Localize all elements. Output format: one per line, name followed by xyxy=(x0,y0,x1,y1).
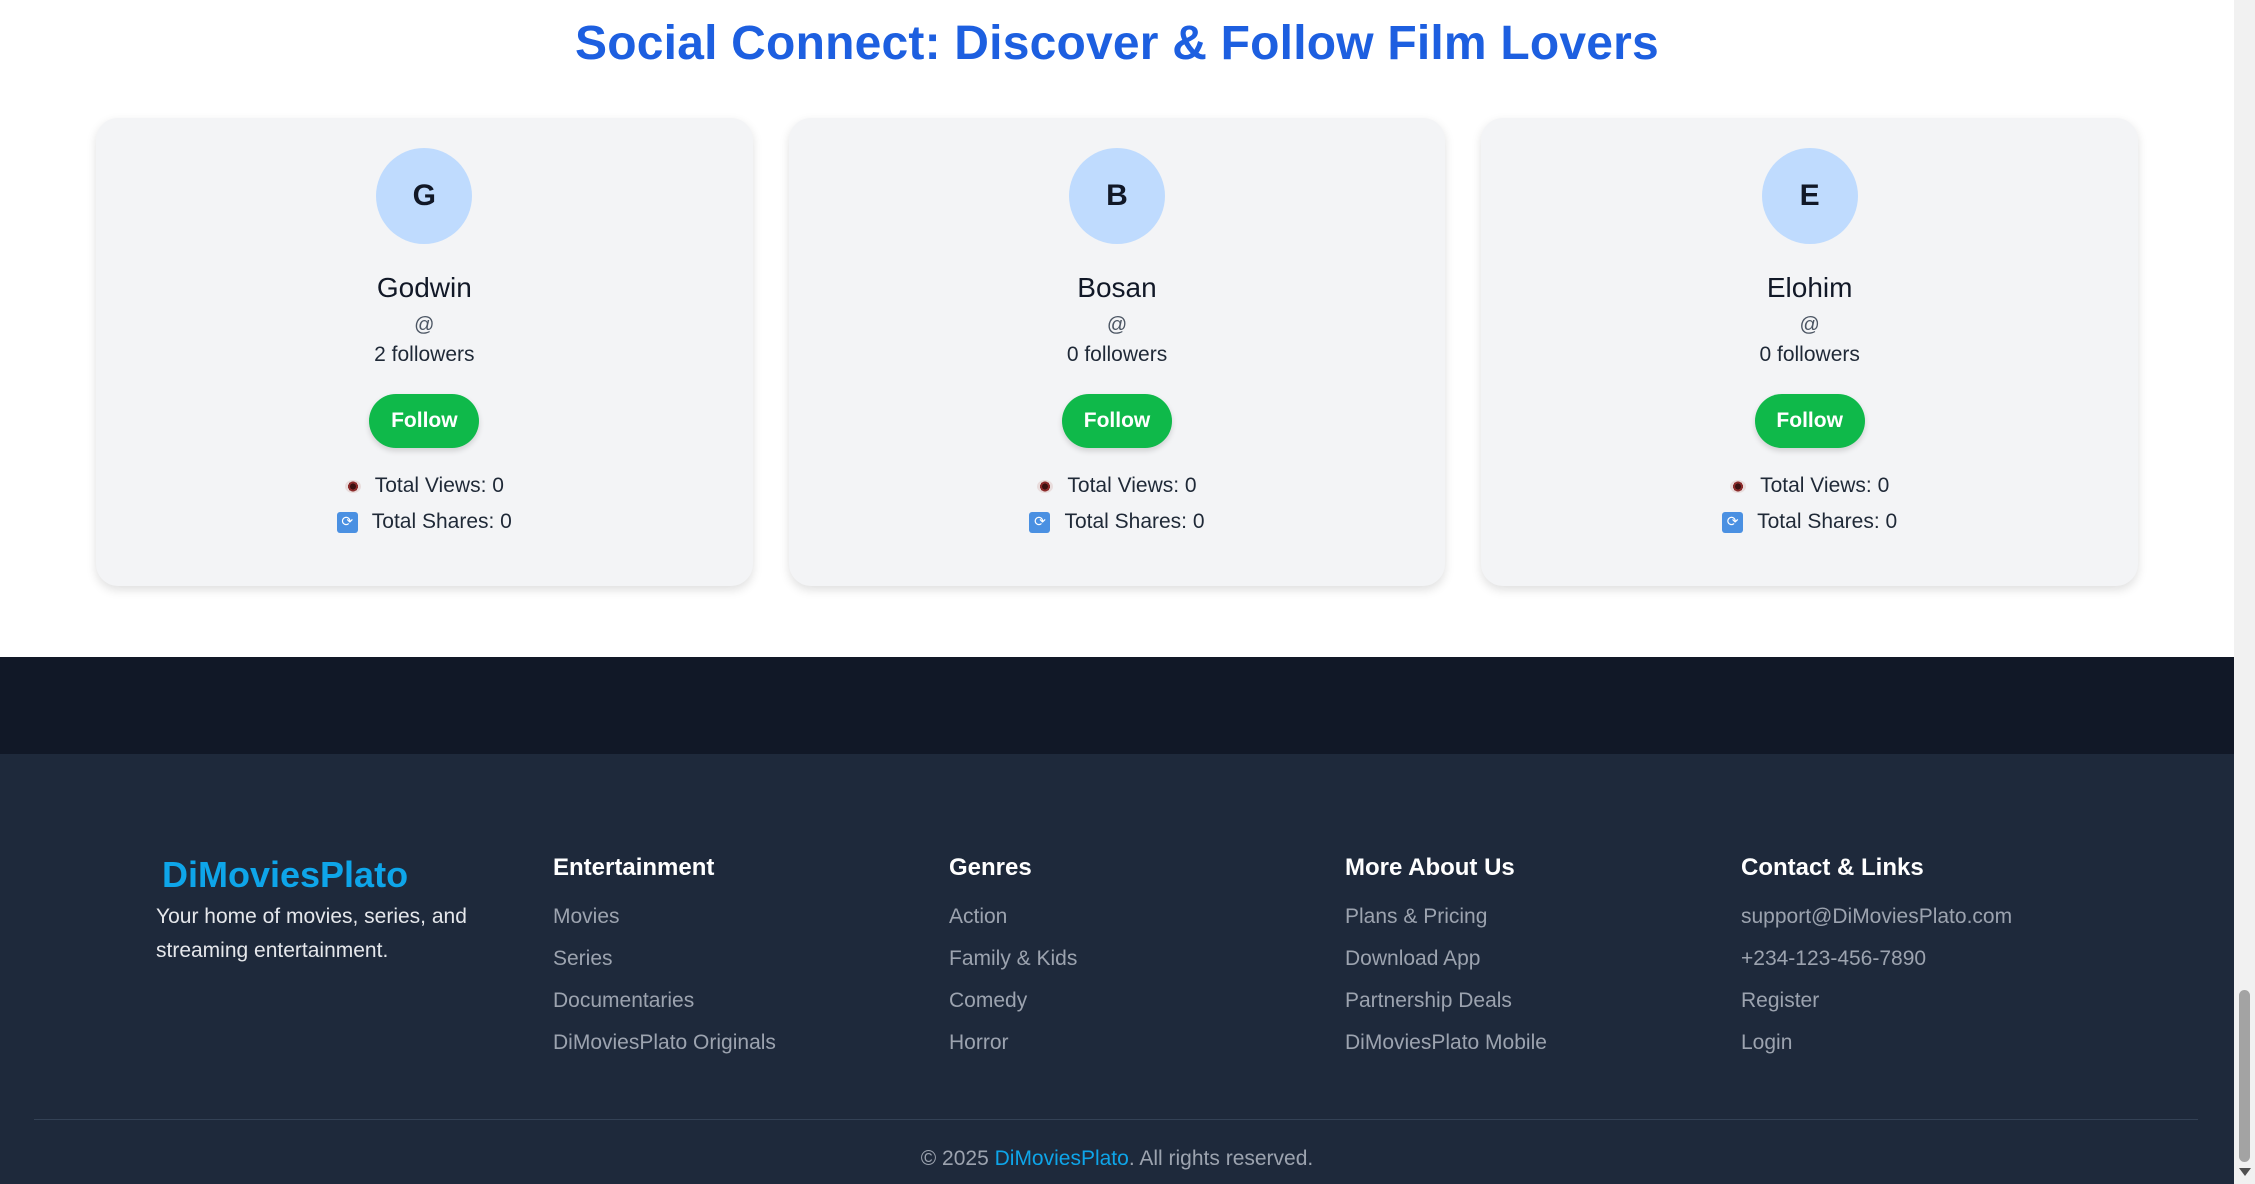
user-handle: @ xyxy=(1799,314,1820,336)
footer-link-email[interactable]: support@DiMoviesPlato.com xyxy=(1741,904,2012,946)
footer-link[interactable]: Family & Kids xyxy=(949,946,1077,988)
user-card: E Elohim @ 0 followers Follow Total View… xyxy=(1481,118,2139,586)
total-views: Total Views: 0 xyxy=(1730,474,1889,498)
user-card: G Godwin @ 2 followers Follow Total View… xyxy=(96,118,753,586)
share-icon: ⟳ xyxy=(336,511,358,533)
scroll-down-arrow-icon[interactable] xyxy=(2239,1168,2251,1176)
footer-tagline: Your home of movies, series, and streami… xyxy=(156,905,467,962)
follower-count: 2 followers xyxy=(374,343,475,366)
follow-button[interactable]: Follow xyxy=(1754,394,1865,448)
scrollbar-thumb[interactable] xyxy=(2239,990,2250,1162)
footer-column-heading: More About Us xyxy=(1345,854,1515,881)
footer-link[interactable]: Action xyxy=(949,904,1077,946)
user-cards: G Godwin @ 2 followers Follow Total View… xyxy=(96,118,2139,586)
footer-link-login[interactable]: Login xyxy=(1741,1030,2012,1072)
avatar: G xyxy=(376,148,473,244)
footer-link[interactable]: Partnership Deals xyxy=(1345,988,1547,1030)
eye-icon xyxy=(1037,479,1054,493)
footer-link-phone[interactable]: +234-123-456-7890 xyxy=(1741,946,2012,988)
footer-link[interactable]: Horror xyxy=(949,1030,1077,1072)
copyright-prefix: © 2025 xyxy=(920,1147,995,1170)
total-views-label: Total Views: 0 xyxy=(374,474,504,497)
footer-column-genres: Genres Action Family & Kids Comedy Horro… xyxy=(949,854,1077,1072)
follow-button[interactable]: Follow xyxy=(369,394,480,448)
footer-link[interactable]: Movies xyxy=(553,904,776,946)
footer-link[interactable]: Download App xyxy=(1345,946,1547,988)
section-title: Social Connect: Discover & Follow Film L… xyxy=(575,17,1659,70)
total-shares: ⟳ Total Shares: 0 xyxy=(1722,510,1897,534)
footer-column-contact: Contact & Links support@DiMoviesPlato.co… xyxy=(1741,854,2012,1072)
footer-divider xyxy=(34,1119,2198,1120)
footer-link[interactable]: Plans & Pricing xyxy=(1345,904,1547,946)
copyright-brand-link[interactable]: DiMoviesPlato xyxy=(995,1147,1129,1170)
share-icon: ⟳ xyxy=(1722,511,1744,533)
total-shares-label: Total Shares: 0 xyxy=(371,510,512,533)
footer-brand[interactable]: DiMoviesPlato xyxy=(162,854,408,896)
total-views-label: Total Views: 0 xyxy=(1067,474,1197,497)
user-stats: Total Views: 0 ⟳ Total Shares: 0 xyxy=(789,474,1446,534)
total-shares-label: Total Shares: 0 xyxy=(1757,510,1898,533)
footer-link[interactable]: DiMoviesPlato Originals xyxy=(553,1030,776,1072)
total-views: Total Views: 0 xyxy=(1037,474,1197,498)
total-shares: ⟳ Total Shares: 0 xyxy=(336,510,512,534)
user-name: Godwin xyxy=(376,272,472,303)
eye-icon xyxy=(344,479,361,493)
avatar: B xyxy=(1069,148,1165,244)
eye-icon xyxy=(1730,479,1747,493)
total-views: Total Views: 0 xyxy=(344,474,504,498)
footer-link-register[interactable]: Register xyxy=(1741,988,2012,1030)
follower-count: 0 followers xyxy=(1759,343,1860,366)
footer-link[interactable]: Comedy xyxy=(949,988,1077,1030)
page: Social Connect: Discover & Follow Film L… xyxy=(0,0,2234,1184)
total-views-label: Total Views: 0 xyxy=(1760,474,1890,497)
follow-button[interactable]: Follow xyxy=(1062,394,1172,448)
footer-link[interactable]: Documentaries xyxy=(553,988,776,1030)
site-footer: DiMoviesPlato Your home of movies, serie… xyxy=(0,754,2234,1184)
follower-count: 0 followers xyxy=(1066,343,1168,366)
user-handle: @ xyxy=(1106,314,1128,336)
footer-top-band xyxy=(0,657,2234,754)
social-connect-section: Social Connect: Discover & Follow Film L… xyxy=(0,0,2234,657)
vertical-scrollbar[interactable] xyxy=(2234,0,2255,1184)
avatar: E xyxy=(1761,148,1858,244)
copyright: © 2025 DiMoviesPlato. All rights reserve… xyxy=(0,1147,2234,1171)
total-shares-label: Total Shares: 0 xyxy=(1064,510,1205,533)
footer-column-heading: Contact & Links xyxy=(1741,854,1924,881)
footer-column-entertainment: Entertainment Movies Series Documentarie… xyxy=(553,854,776,1072)
footer-column-heading: Entertainment xyxy=(553,854,715,881)
footer-link[interactable]: Series xyxy=(553,946,776,988)
user-name: Bosan xyxy=(1077,272,1157,303)
footer-column-about: More About Us Plans & Pricing Download A… xyxy=(1345,854,1547,1072)
share-icon: ⟳ xyxy=(1029,511,1051,533)
total-shares: ⟳ Total Shares: 0 xyxy=(1029,510,1205,534)
footer-link[interactable]: DiMoviesPlato Mobile xyxy=(1345,1030,1547,1072)
user-stats: Total Views: 0 ⟳ Total Shares: 0 xyxy=(96,474,753,534)
copyright-suffix: . All rights reserved. xyxy=(1128,1147,1314,1170)
user-card: B Bosan @ 0 followers Follow Total Views… xyxy=(788,118,1446,586)
footer-column-heading: Genres xyxy=(949,854,1032,881)
user-name: Elohim xyxy=(1766,272,1853,303)
user-handle: @ xyxy=(414,314,435,336)
user-stats: Total Views: 0 ⟳ Total Shares: 0 xyxy=(1481,474,2138,534)
